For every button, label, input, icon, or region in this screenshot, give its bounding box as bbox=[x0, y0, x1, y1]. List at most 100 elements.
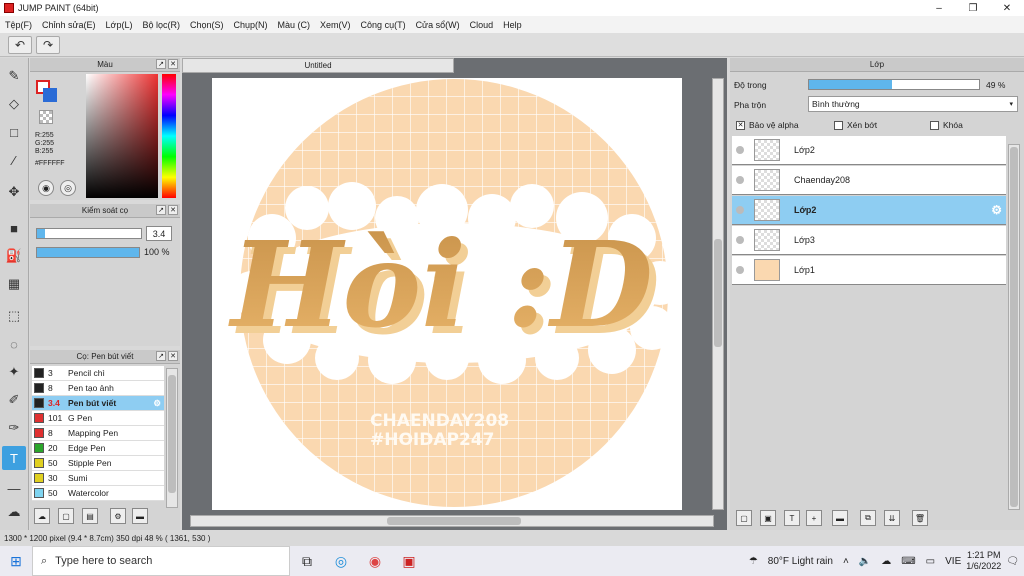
merge-layer-icon[interactable]: ⇊ bbox=[884, 510, 900, 526]
task-view-icon[interactable]: ⧉ bbox=[290, 546, 324, 576]
layer-row[interactable]: Lớp3 bbox=[732, 226, 1006, 255]
gear-icon[interactable]: ⚙ bbox=[153, 398, 161, 409]
pen-list-item[interactable]: 3 Pencil chì bbox=[32, 366, 164, 381]
gear-icon[interactable]: ⚙ bbox=[991, 203, 1002, 217]
palette-icon[interactable]: ◉ bbox=[38, 180, 54, 196]
bucket-tool-icon[interactable]: ⛽ bbox=[2, 244, 26, 268]
menu-layer[interactable]: Lớp(L) bbox=[101, 20, 138, 30]
undock-icon[interactable]: ↗ bbox=[156, 205, 166, 215]
rectangle-tool-icon[interactable]: □ bbox=[2, 120, 26, 144]
pen-list-item[interactable]: 50 Watercolor bbox=[32, 486, 164, 501]
hue-slider[interactable] bbox=[162, 74, 176, 198]
taskbar-search[interactable]: ⌕ Type here to search bbox=[32, 546, 290, 576]
menu-help[interactable]: Help bbox=[498, 20, 527, 30]
visibility-icon[interactable] bbox=[736, 146, 744, 154]
menu-window[interactable]: Cửa sổ(W) bbox=[411, 20, 465, 30]
layer-opacity-slider[interactable] bbox=[808, 79, 980, 90]
pen-list-item[interactable]: 50 Stipple Pen bbox=[32, 456, 164, 471]
add-layer-menu-icon[interactable]: + bbox=[806, 510, 822, 526]
display-icon[interactable]: ▭ bbox=[921, 556, 940, 567]
blend-mode-select[interactable]: Bình thường ▾ bbox=[808, 96, 1018, 112]
layer-row[interactable]: Lớp1 bbox=[732, 256, 1006, 285]
menu-color[interactable]: Màu (C) bbox=[273, 20, 316, 30]
volume-icon[interactable]: 🔈 bbox=[854, 556, 876, 567]
canvas-horizontal-scrollbar[interactable] bbox=[190, 515, 714, 527]
eraser-tool-icon[interactable]: ◇ bbox=[2, 92, 26, 116]
undo-button[interactable]: ↶ bbox=[8, 36, 32, 54]
menu-tools[interactable]: Công cụ(T) bbox=[356, 20, 411, 30]
menu-filter[interactable]: Bộ lọc(R) bbox=[137, 20, 185, 30]
move-tool-icon[interactable]: ✥ bbox=[2, 180, 26, 204]
layer-row[interactable]: Lớp2 bbox=[732, 136, 1006, 165]
clock[interactable]: 1:21 PM 1/6/2022 bbox=[966, 550, 1001, 572]
edge-browser-icon[interactable]: ◎ bbox=[324, 546, 358, 576]
canvas-vertical-scrollbar[interactable] bbox=[712, 78, 724, 510]
minimize-button[interactable]: – bbox=[922, 0, 956, 16]
duplicate-layer-icon[interactable]: ⧉ bbox=[860, 510, 876, 526]
brush-opacity-slider[interactable] bbox=[36, 247, 140, 258]
document-tab[interactable]: Untitled bbox=[182, 58, 454, 73]
pen-list-item[interactable]: 8 Mapping Pen bbox=[32, 426, 164, 441]
undock-icon[interactable]: ↗ bbox=[156, 351, 166, 361]
fill-shape-tool-icon[interactable]: ■ bbox=[2, 216, 26, 240]
menu-view[interactable]: Xem(V) bbox=[315, 20, 356, 30]
delete-layer-icon[interactable]: 🗑 bbox=[912, 510, 928, 526]
undock-icon[interactable]: ↗ bbox=[156, 59, 166, 69]
text-tool-icon[interactable]: T bbox=[2, 446, 26, 470]
pen-settings-icon[interactable]: ⚙ bbox=[110, 508, 126, 524]
text-layer-icon[interactable]: T bbox=[784, 510, 800, 526]
new-folder-icon[interactable]: ▬ bbox=[832, 510, 848, 526]
menu-file[interactable]: Tệp(F) bbox=[0, 20, 37, 30]
brush-tool-icon[interactable]: ✎ bbox=[2, 64, 26, 88]
saturation-value-picker[interactable] bbox=[86, 74, 158, 198]
visibility-icon[interactable] bbox=[736, 206, 744, 214]
tray-expand-icon[interactable]: ˄ bbox=[838, 556, 854, 567]
layer-list-scrollbar[interactable] bbox=[1008, 144, 1020, 510]
menu-cloud[interactable]: Cloud bbox=[465, 20, 499, 30]
magic-wand-tool-icon[interactable]: ✦ bbox=[2, 360, 26, 384]
line-tool-icon[interactable]: — bbox=[2, 476, 26, 500]
pen-folder-icon[interactable]: ▬ bbox=[132, 508, 148, 524]
select-eraser-tool-icon[interactable]: ✑ bbox=[2, 416, 26, 440]
brush-size-value[interactable]: 3.4 bbox=[146, 226, 172, 241]
maximize-button[interactable]: ❐ bbox=[956, 0, 990, 16]
close-button[interactable]: ✕ bbox=[990, 0, 1024, 16]
menu-edit[interactable]: Chỉnh sửa(E) bbox=[37, 20, 101, 30]
clipping-checkbox[interactable]: Xén bớt bbox=[834, 120, 877, 130]
new-layer-from-icon[interactable]: ▣ bbox=[760, 510, 776, 526]
visibility-icon[interactable] bbox=[736, 176, 744, 184]
pen-menu-icon[interactable]: ▤ bbox=[82, 508, 98, 524]
blur-tool-icon[interactable]: ⁄ bbox=[2, 148, 26, 172]
language-indicator[interactable]: VIE bbox=[940, 556, 966, 567]
menu-select[interactable]: Chọn(S) bbox=[185, 20, 229, 30]
close-panel-icon[interactable]: ✕ bbox=[168, 351, 178, 361]
close-panel-icon[interactable]: ✕ bbox=[168, 205, 178, 215]
pen-list-item[interactable]: 101 G Pen bbox=[32, 411, 164, 426]
menu-capture[interactable]: Chụp(N) bbox=[229, 20, 273, 30]
palette-settings-icon[interactable]: ◎ bbox=[60, 180, 76, 196]
close-panel-icon[interactable]: ✕ bbox=[168, 59, 178, 69]
alpha-protect-checkbox[interactable]: ✕ Bảo vệ alpha bbox=[736, 120, 799, 130]
select-pen-tool-icon[interactable]: ✐ bbox=[2, 388, 26, 412]
cloud-tool-icon[interactable]: ☁ bbox=[2, 500, 26, 524]
lasso-tool-icon[interactable]: ◌ bbox=[2, 332, 26, 356]
pen-list-item[interactable]: 3.4 Pen bút viết ⚙ bbox=[32, 396, 164, 411]
pen-list-item[interactable]: 8 Pen tạo ảnh bbox=[32, 381, 164, 396]
gradient-tool-icon[interactable]: ▦ bbox=[2, 272, 26, 296]
weather-text[interactable]: 80°F Light rain bbox=[763, 556, 838, 567]
chrome-browser-icon[interactable]: ◉ bbox=[358, 546, 392, 576]
start-button[interactable]: ⊞ bbox=[0, 546, 32, 576]
pen-list-scrollbar[interactable] bbox=[166, 368, 178, 508]
pen-list-item[interactable]: 30 Sumi bbox=[32, 471, 164, 486]
transparent-color-swatch[interactable] bbox=[39, 110, 53, 124]
pen-cloud-icon[interactable]: ☁ bbox=[34, 508, 50, 524]
canvas-paper[interactable]: Hòi :D Hòi :D CHAENDAY208 #HOIDAP247 bbox=[212, 78, 682, 510]
rect-select-tool-icon[interactable]: ⬚ bbox=[2, 304, 26, 328]
visibility-icon[interactable] bbox=[736, 266, 744, 274]
notification-icon[interactable]: 🗨 bbox=[1001, 556, 1024, 567]
onedrive-icon[interactable]: ☁ bbox=[876, 556, 896, 567]
pen-list-item[interactable]: 20 Edge Pen bbox=[32, 441, 164, 456]
layer-row[interactable]: Lớp2 ⚙ bbox=[732, 196, 1006, 225]
layer-row[interactable]: Chaenday208 bbox=[732, 166, 1006, 195]
brush-size-slider[interactable] bbox=[36, 228, 142, 239]
